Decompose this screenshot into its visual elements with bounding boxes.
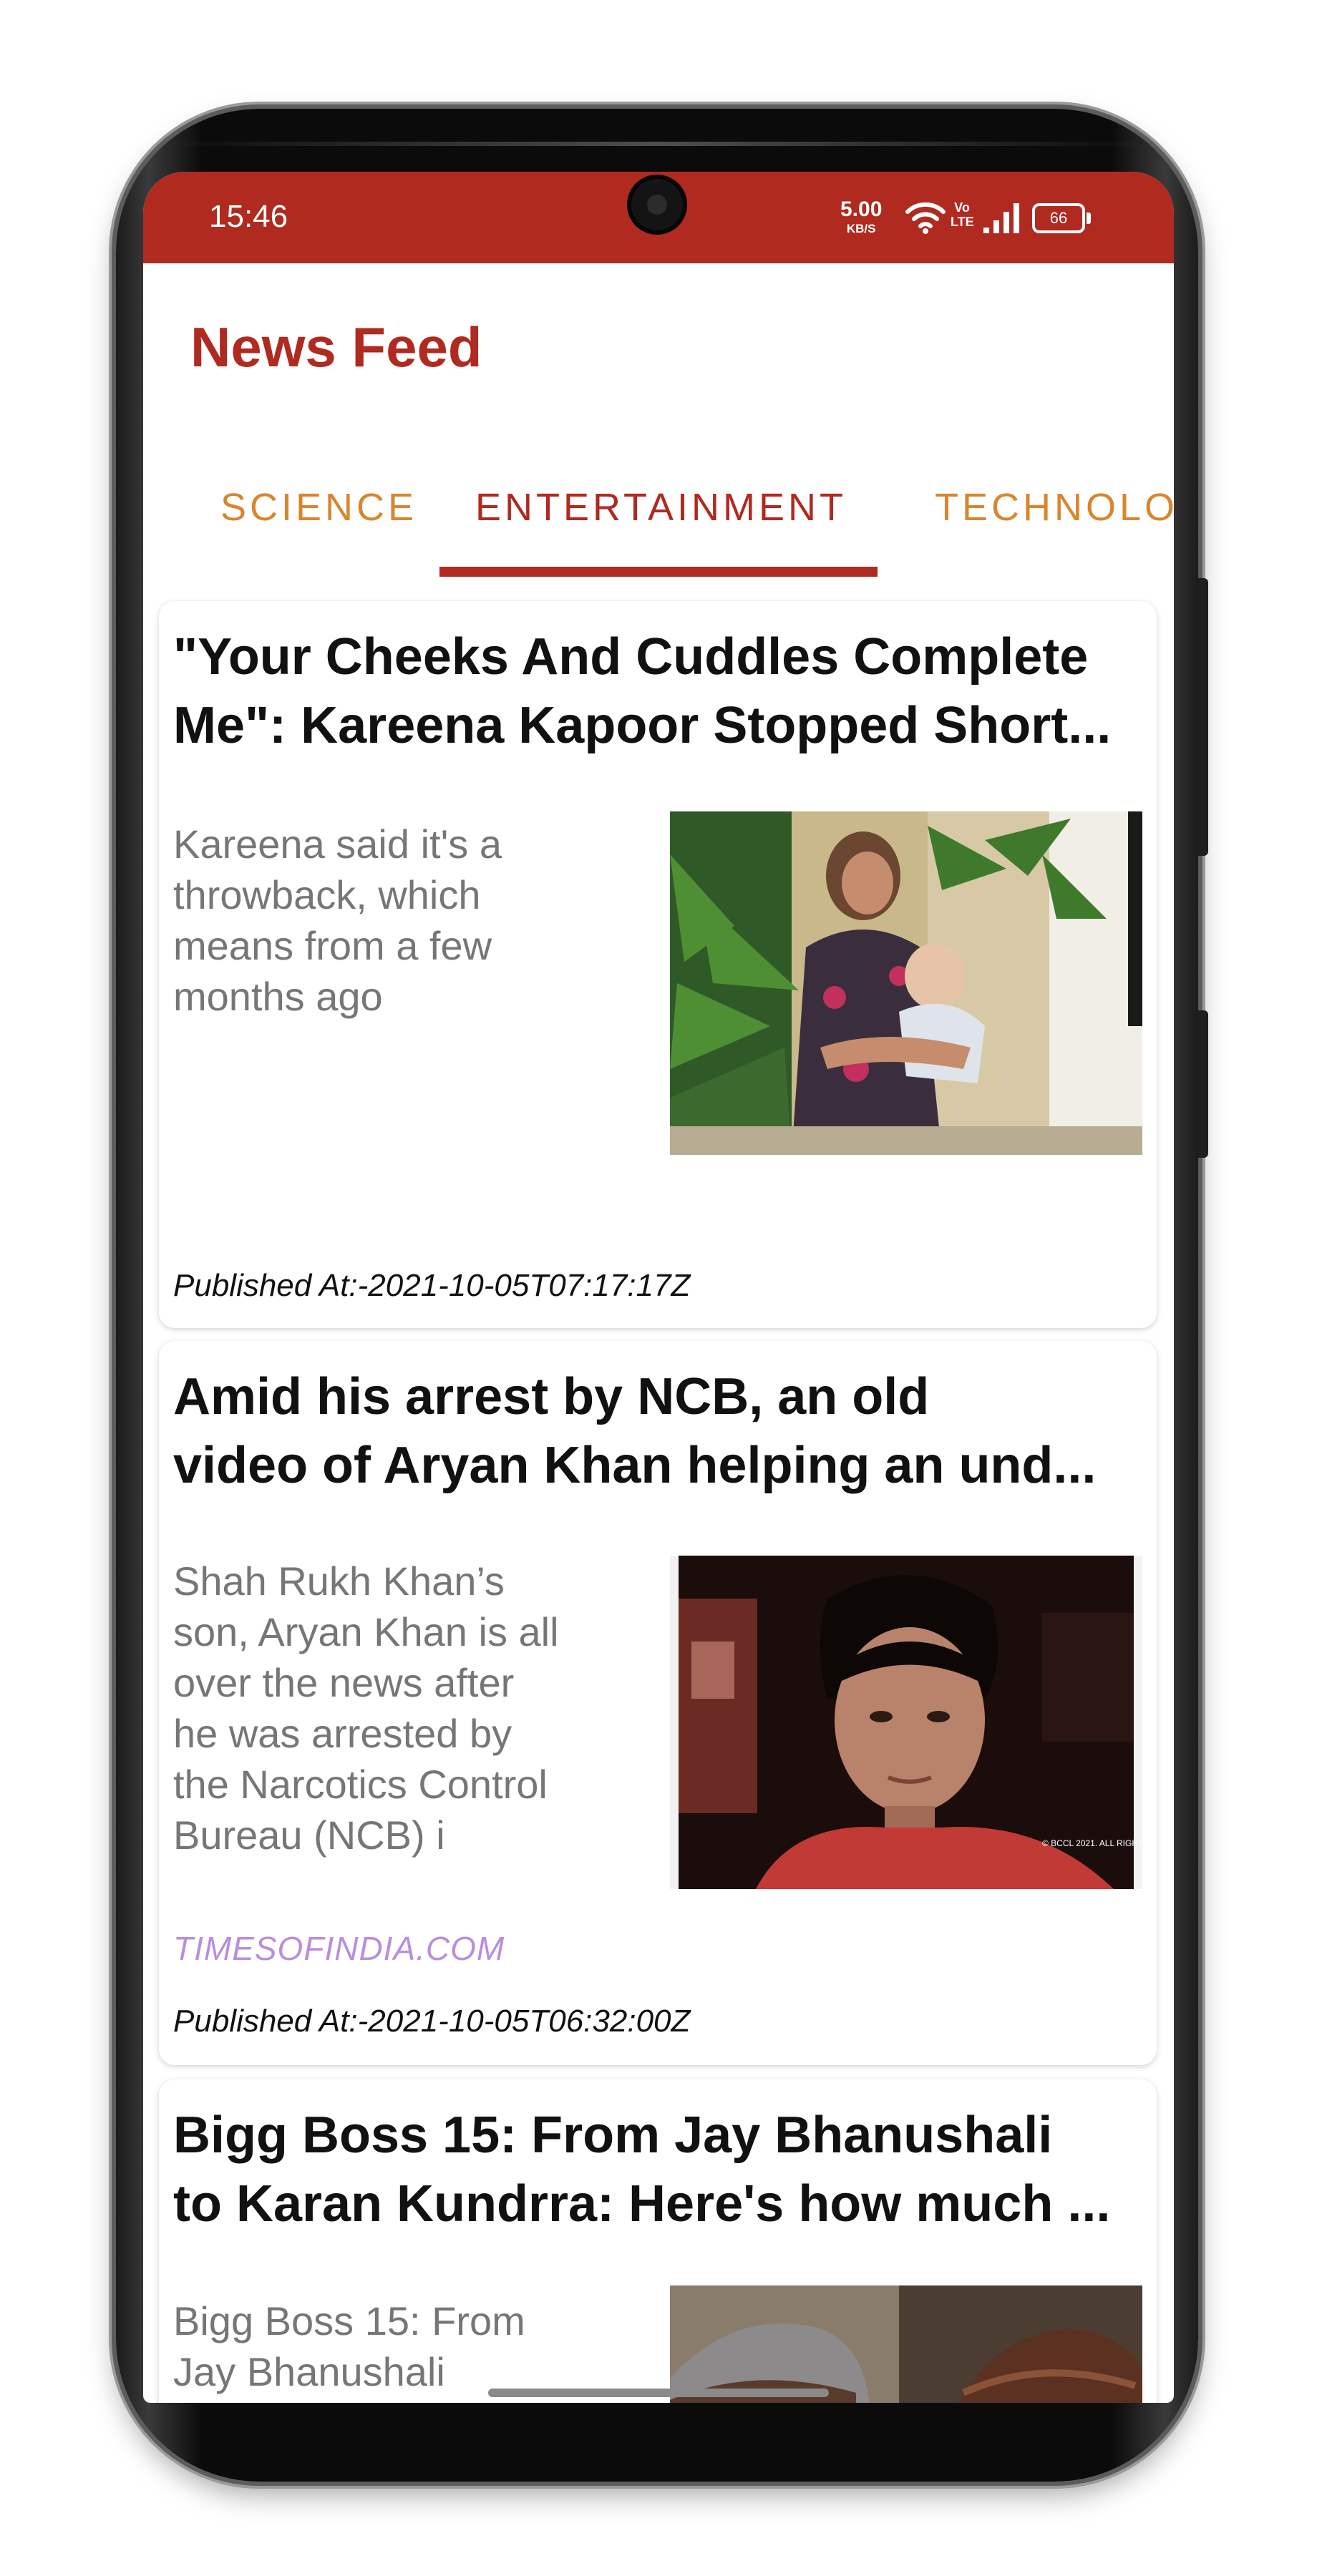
description-line: the Narcotics Control xyxy=(173,1762,548,1807)
signal-icon xyxy=(983,203,1019,233)
volume-button xyxy=(1198,578,1208,856)
tab-label: SCIENCE xyxy=(220,486,418,529)
description-line: over the news after xyxy=(173,1660,515,1705)
news-card[interactable]: "Your Cheeks And Cuddles Complete Me": K… xyxy=(159,601,1157,1328)
news-title-line: Amid his arrest by NCB, an old xyxy=(173,1368,930,1425)
news-feed-list[interactable]: "Your Cheeks And Cuddles Complete Me": K… xyxy=(143,601,1174,2403)
tab-entertainment[interactable]: ENTERTAINMENT xyxy=(439,458,878,580)
news-title-line: to Karan Kundrra: Here's how much ... xyxy=(173,2175,1111,2233)
selected-tab-indicator xyxy=(439,567,878,577)
description-line: son, Aryan Khan is all xyxy=(173,1609,559,1654)
news-card-title: Bigg Boss 15: From Jay Bhanushali to Kar… xyxy=(173,2101,1141,2238)
tab-science[interactable]: SCIENCE xyxy=(143,458,429,580)
news-card[interactable]: Bigg Boss 15: From Jay Bhanushali to Kar… xyxy=(159,2079,1157,2403)
power-button xyxy=(1198,1010,1208,1158)
news-card-description: Bigg Boss 15: From Jay Bhanushali xyxy=(173,2296,603,2397)
news-source-link[interactable]: TIMESOFINDIA.COM xyxy=(173,1929,505,1968)
network-speed: 5.00 KB/S xyxy=(840,199,882,235)
volte-icon: Vo LTE xyxy=(951,200,974,229)
description-line: Bureau (NCB) i xyxy=(173,1813,445,1858)
description-line: he was arrested by xyxy=(173,1711,512,1756)
app-screen: 15:46 5.00 KB/S Vo LTE 66 News Feed SCIE… xyxy=(143,172,1174,2403)
front-camera xyxy=(631,179,683,230)
battery-icon: 66 xyxy=(1032,203,1091,233)
description-line: months ago xyxy=(173,974,383,1019)
news-card-image xyxy=(670,2285,1142,2403)
description-line: Kareena said it's a xyxy=(173,821,502,867)
news-title-line: video of Aryan Khan helping an und... xyxy=(173,1437,1097,1494)
description-line: throwback, which xyxy=(173,872,481,917)
news-title-line: Me": Kareena Kapoor Stopped Short... xyxy=(173,697,1112,754)
news-card[interactable]: Amid his arrest by NCB, an old video of … xyxy=(159,1341,1157,2065)
wifi-icon xyxy=(905,202,946,234)
tab-technology[interactable]: TECHNOLOGY xyxy=(902,458,1174,580)
news-card-published: Published At:-2021-10-05T06:32:00Z xyxy=(173,2004,691,2039)
status-bar: 15:46 5.00 KB/S Vo LTE 66 xyxy=(143,172,1174,263)
app-title: News Feed xyxy=(190,316,482,379)
description-line: Shah Rukh Khan’s xyxy=(173,1558,505,1604)
news-card-published: Published At:-2021-10-05T07:17:17Z xyxy=(173,1268,691,1303)
description-line: Bigg Boss 15: From xyxy=(173,2298,525,2343)
tab-label: ENTERTAINMENT xyxy=(475,486,847,529)
news-card-image: © BCCL 2021. ALL RIGHTS xyxy=(670,1556,1142,1889)
volte-line2: LTE xyxy=(951,215,974,229)
news-card-title: "Your Cheeks And Cuddles Complete Me": K… xyxy=(173,623,1141,760)
home-indicator-bar[interactable] xyxy=(488,2389,829,2397)
news-card-description: Shah Rukh Khan’s son, Aryan Khan is all … xyxy=(173,1556,603,1860)
news-card-image xyxy=(670,811,1142,1155)
news-card-description: Kareena said it's a throwback, which mea… xyxy=(173,819,603,1022)
network-speed-unit: KB/S xyxy=(846,222,876,235)
volte-line1: Vo xyxy=(954,200,970,215)
status-time: 15:46 xyxy=(209,199,288,234)
description-line: means from a few xyxy=(173,923,492,968)
category-tabs: SCIENCE ENTERTAINMENT TECHNOLOGY xyxy=(143,458,1174,580)
news-title-line: "Your Cheeks And Cuddles Complete xyxy=(173,628,1089,686)
news-card-title: Amid his arrest by NCB, an old video of … xyxy=(173,1362,1141,1500)
tab-label: TECHNOLOGY xyxy=(935,486,1174,529)
network-speed-value: 5.00 xyxy=(840,197,883,221)
news-title-line: Bigg Boss 15: From Jay Bhanushali xyxy=(173,2107,1053,2164)
image-watermark: © BCCL 2021. ALL RIGHTS xyxy=(1042,1838,1142,1848)
